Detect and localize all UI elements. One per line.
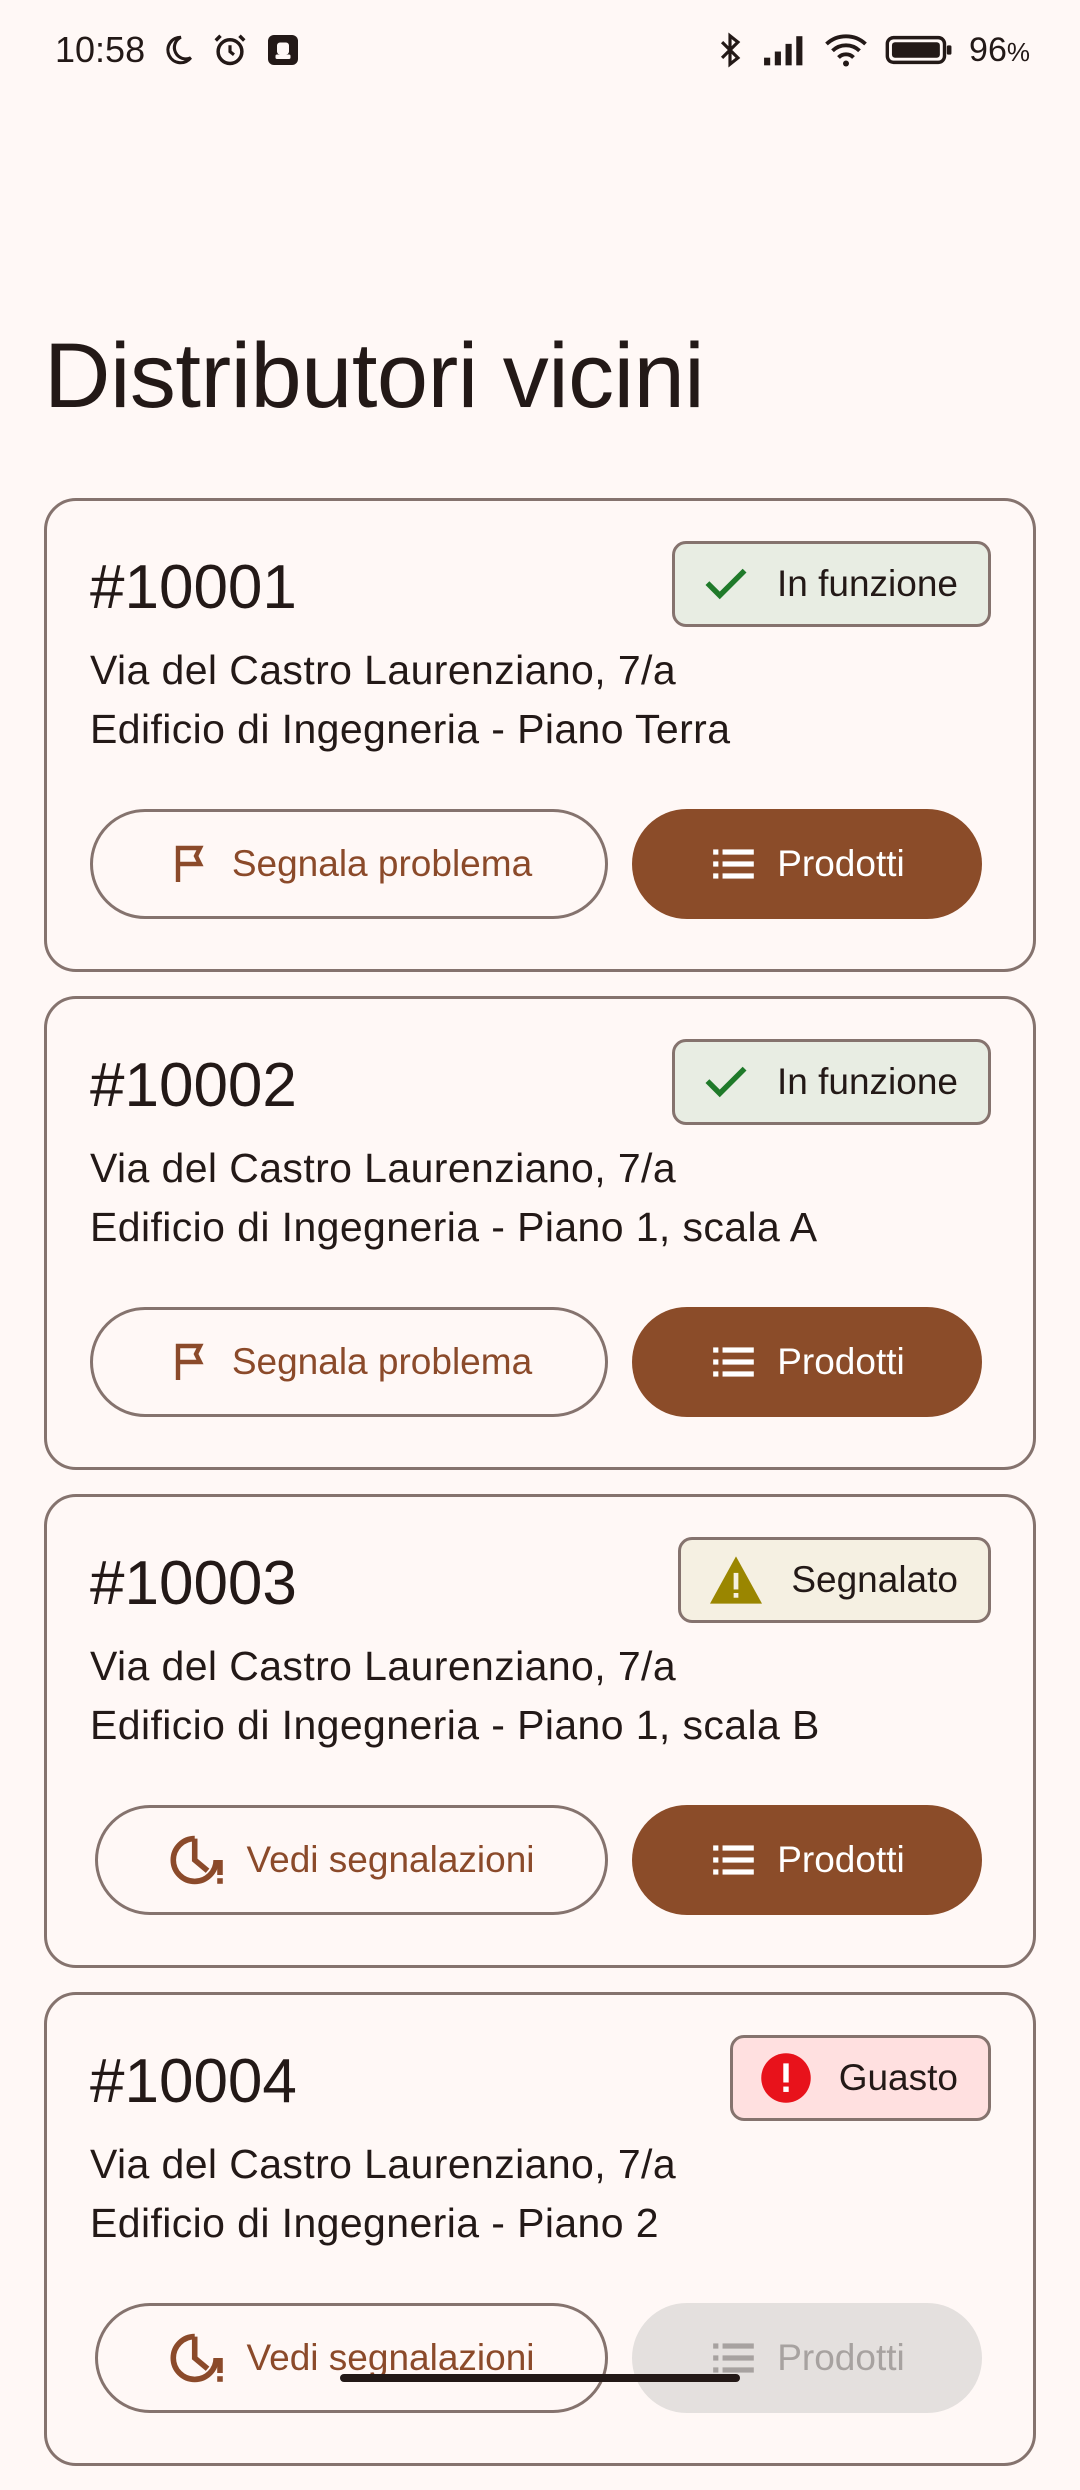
alarm-icon (211, 31, 249, 69)
moon-icon (161, 33, 195, 67)
address-line-1: Via del Castro Laurenziano, 7/a (90, 647, 677, 693)
status-bar-right: 96% (715, 31, 1030, 70)
distributor-id: #10004 (90, 2047, 297, 2116)
page-title: Distributori vicini (44, 325, 705, 427)
report-problem-button[interactable]: Segnala problema (90, 809, 608, 919)
report-problem-label: Segnala problema (231, 843, 533, 884)
distributor-list: #10001 In funzione Via del Castro Lauren… (44, 498, 1036, 2490)
status-label: Guasto (838, 2057, 958, 2098)
distributor-id: #10001 (90, 553, 297, 622)
list-icon (709, 839, 759, 889)
signal-icon (761, 33, 807, 67)
address-line-1: Via del Castro Laurenziano, 7/a (90, 1145, 677, 1191)
distributor-card: #10001 In funzione Via del Castro Lauren… (44, 498, 1036, 972)
wifi-icon (823, 32, 869, 68)
status-chip: Guasto (729, 2035, 991, 2121)
status-label: Segnalato (791, 1559, 958, 1600)
address-line-2: Edificio di Ingegneria - Piano 2 (90, 2200, 659, 2246)
check-icon (701, 1057, 751, 1107)
battery-value: 96 (969, 30, 1007, 69)
address-line-2: Edificio di Ingegneria - Piano 1, scala … (90, 1702, 820, 1748)
list-icon (709, 1835, 759, 1885)
products-button[interactable]: Prodotti (632, 809, 982, 919)
distributor-id: #10003 (90, 1549, 297, 1618)
battery-percentage: 96% (969, 31, 1030, 70)
status-chip: In funzione (671, 1039, 991, 1125)
status-bar: 10:58 96% (0, 0, 1080, 100)
report-problem-label: Segnala problema (231, 1341, 533, 1382)
report-problem-button[interactable]: Segnala problema (90, 1307, 608, 1417)
products-button-disabled: Prodotti (632, 2303, 982, 2413)
address-line-1: Via del Castro Laurenziano, 7/a (90, 2141, 677, 2187)
pending-report-icon (169, 1834, 229, 1886)
view-reports-button[interactable]: Vedi segnalazioni (95, 1805, 608, 1915)
home-indicator[interactable] (340, 2374, 740, 2382)
products-button[interactable]: Prodotti (632, 1307, 982, 1417)
products-label: Prodotti (777, 2337, 905, 2378)
flag-icon (166, 840, 214, 888)
flag-icon (166, 1338, 214, 1386)
status-bar-left: 10:58 (55, 29, 301, 71)
bluetooth-icon (715, 31, 745, 69)
error-icon (759, 2051, 813, 2105)
distributor-address: Via del Castro Laurenziano, 7/a Edificio… (90, 2135, 676, 2253)
view-reports-label: Vedi segnalazioni (246, 2337, 535, 2378)
distributor-card: #10004 Guasto Via del Castro Laurenziano… (44, 1992, 1036, 2466)
address-line-2: Edificio di Ingegneria - Piano 1, scala … (90, 1204, 818, 1250)
address-line-1: Via del Castro Laurenziano, 7/a (90, 1643, 677, 1689)
check-icon (701, 559, 751, 609)
battery-icon (885, 34, 953, 66)
distributor-address: Via del Castro Laurenziano, 7/a Edificio… (90, 1139, 818, 1257)
warning-icon (707, 1554, 765, 1606)
address-line-2: Edificio di Ingegneria - Piano Terra (90, 706, 731, 752)
status-chip: Segnalato (678, 1537, 991, 1623)
list-icon (709, 1337, 759, 1387)
distributor-card: #10003 Segnalato Via del Castro Laurenzi… (44, 1494, 1036, 1968)
distributor-card: #10002 In funzione Via del Castro Lauren… (44, 996, 1036, 1470)
status-chip: In funzione (671, 541, 991, 627)
products-label: Prodotti (777, 1839, 905, 1880)
pending-report-icon (169, 2332, 229, 2384)
distributor-address: Via del Castro Laurenziano, 7/a Edificio… (90, 1637, 820, 1755)
products-label: Prodotti (777, 843, 905, 884)
battery-unit: % (1006, 36, 1030, 67)
products-label: Prodotti (777, 1341, 905, 1382)
distributor-id: #10002 (90, 1051, 297, 1120)
view-reports-label: Vedi segnalazioni (246, 1839, 535, 1880)
distributor-address: Via del Castro Laurenziano, 7/a Edificio… (90, 641, 730, 759)
status-label: In funzione (776, 563, 958, 604)
status-time: 10:58 (55, 29, 146, 70)
status-label: In funzione (776, 1061, 958, 1102)
view-reports-button[interactable]: Vedi segnalazioni (95, 2303, 608, 2413)
products-button[interactable]: Prodotti (632, 1805, 982, 1915)
notification-app-icon (265, 32, 301, 68)
